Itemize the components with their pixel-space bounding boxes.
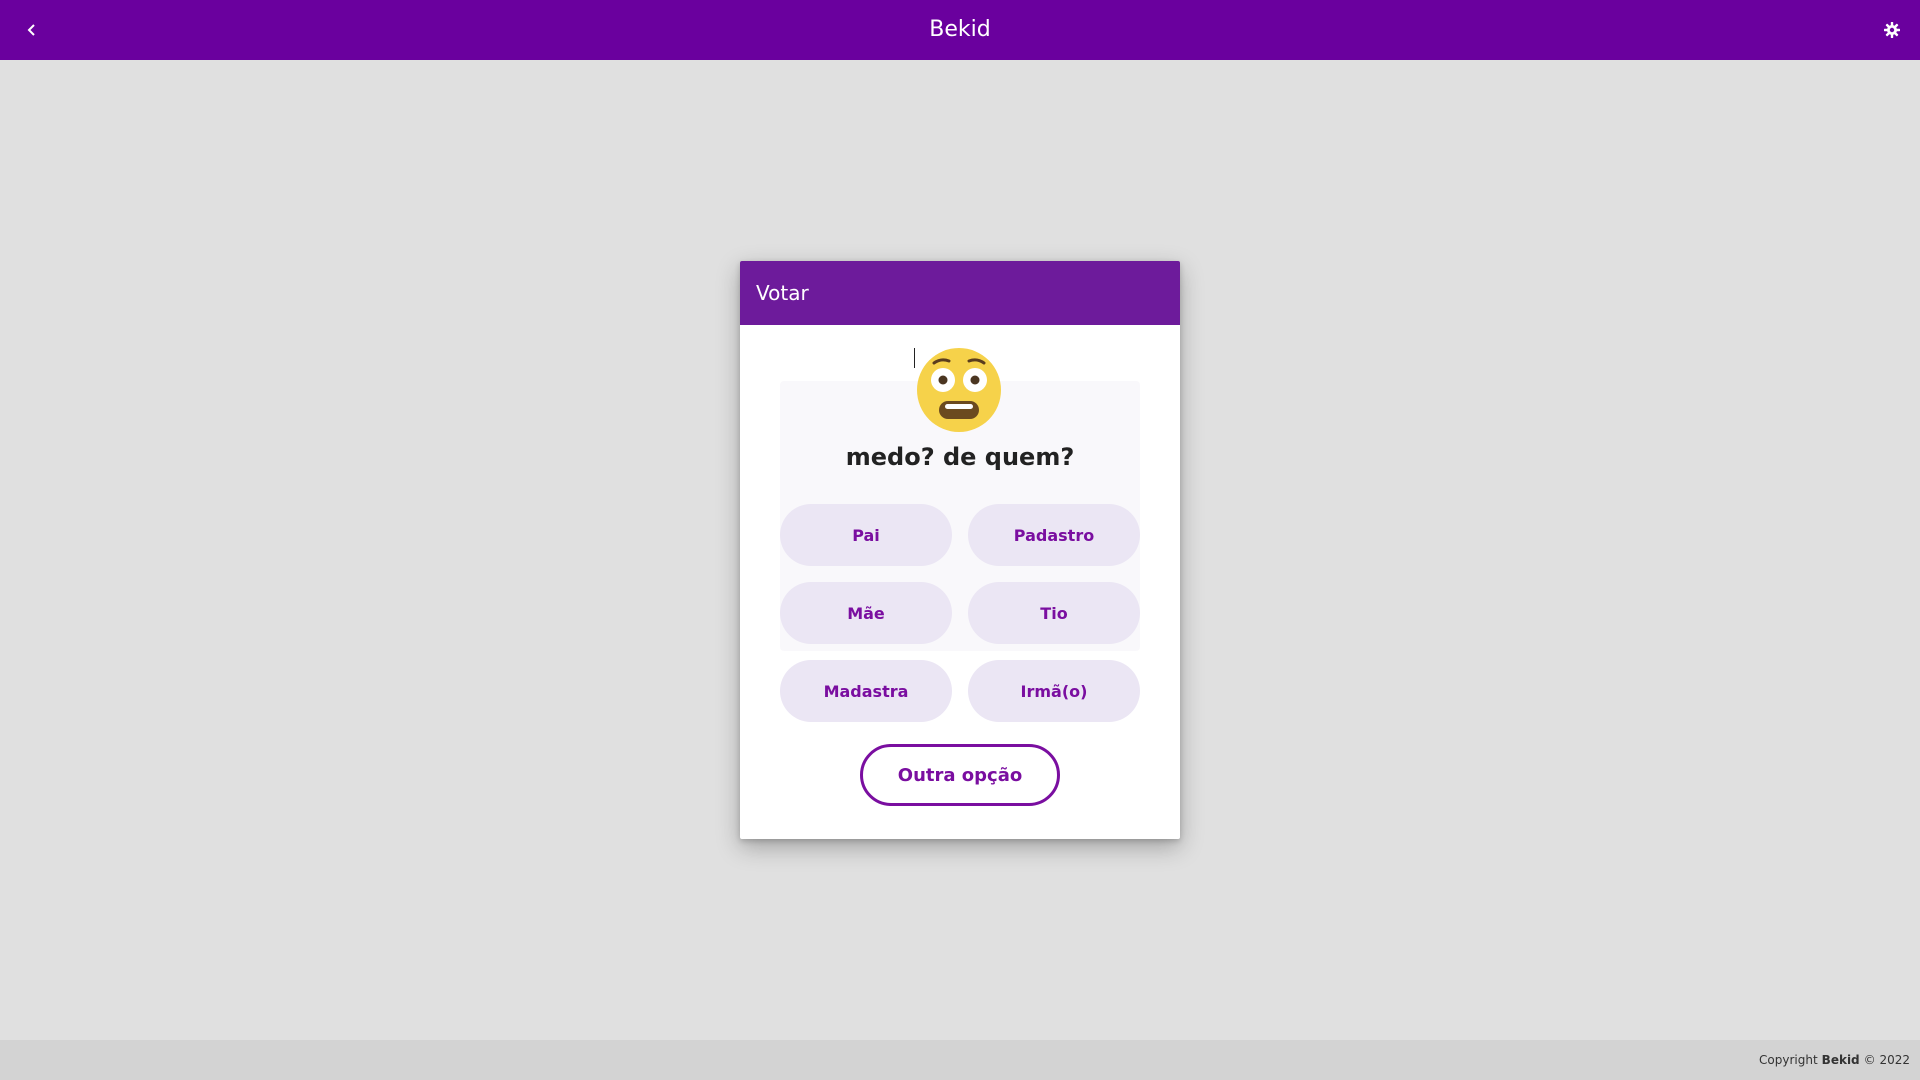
flushed-face-icon [917, 348, 1001, 432]
question-text: medo? de quem? [845, 443, 1075, 471]
copyright-prefix: Copyright [1759, 1053, 1818, 1067]
option-pai-button[interactable]: Pai [780, 504, 952, 566]
option-tio-button[interactable]: Tio [968, 582, 1140, 644]
app-title: Bekid [929, 17, 991, 42]
option-mae-button[interactable]: Mãe [780, 582, 952, 644]
option-madastra-button[interactable]: Madastra [780, 660, 952, 722]
gear-icon [1884, 22, 1900, 38]
option-padastro-button[interactable]: Padastro [968, 504, 1140, 566]
settings-button[interactable] [1878, 16, 1906, 44]
dialog-title: Votar [740, 261, 1180, 325]
chevron-left-icon [27, 24, 35, 36]
footer: Copyright Bekid © 2022 [0, 1040, 1920, 1080]
app-header: Bekid [0, 0, 1920, 60]
vote-dialog: Votar medo? de quem? Pai Padastro Mãe Ti… [740, 261, 1180, 839]
copyright-brand: Bekid [1821, 1053, 1860, 1067]
text-caret [914, 348, 915, 368]
other-option-button[interactable]: Outra opção [860, 744, 1060, 806]
copyright-suffix: © 2022 [1863, 1053, 1910, 1067]
back-button[interactable] [18, 16, 46, 44]
option-irmao-button[interactable]: Irmã(o) [968, 660, 1140, 722]
